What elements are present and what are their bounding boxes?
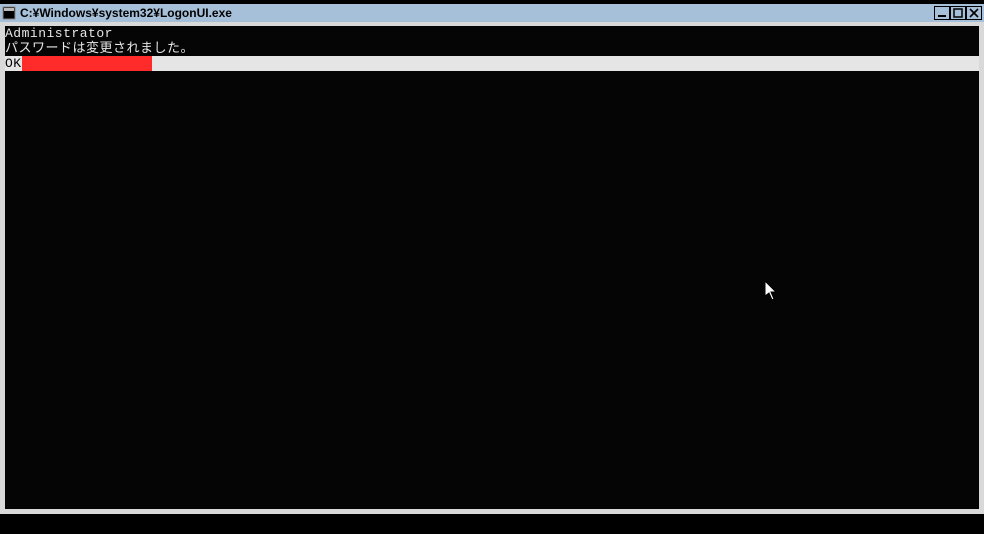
minimize-button[interactable]	[934, 6, 950, 20]
window-controls	[934, 6, 982, 20]
message-line: パスワードは変更されました。	[5, 41, 979, 56]
console-output[interactable]: Administrator パスワードは変更されました。 OK	[5, 26, 979, 509]
window-title: C:¥Windows¥system32¥LogonUI.exe	[20, 6, 934, 20]
selection-cursor-block	[22, 56, 152, 71]
console-window: C:¥Windows¥system32¥LogonUI.exe	[0, 4, 984, 514]
maximize-icon	[953, 8, 963, 18]
maximize-button[interactable]	[950, 6, 966, 20]
ok-row-selected[interactable]: OK	[5, 56, 979, 71]
titlebar[interactable]: C:¥Windows¥system32¥LogonUI.exe	[0, 4, 984, 22]
close-icon	[969, 8, 979, 18]
client-area: Administrator パスワードは変更されました。 OK	[0, 22, 984, 514]
user-line: Administrator	[5, 26, 979, 41]
close-button[interactable]	[966, 6, 982, 20]
selection-rest	[152, 56, 979, 71]
app-icon	[2, 6, 16, 20]
ok-label: OK	[5, 56, 22, 71]
desktop: C:¥Windows¥system32¥LogonUI.exe	[0, 0, 984, 534]
minimize-icon	[937, 8, 947, 18]
